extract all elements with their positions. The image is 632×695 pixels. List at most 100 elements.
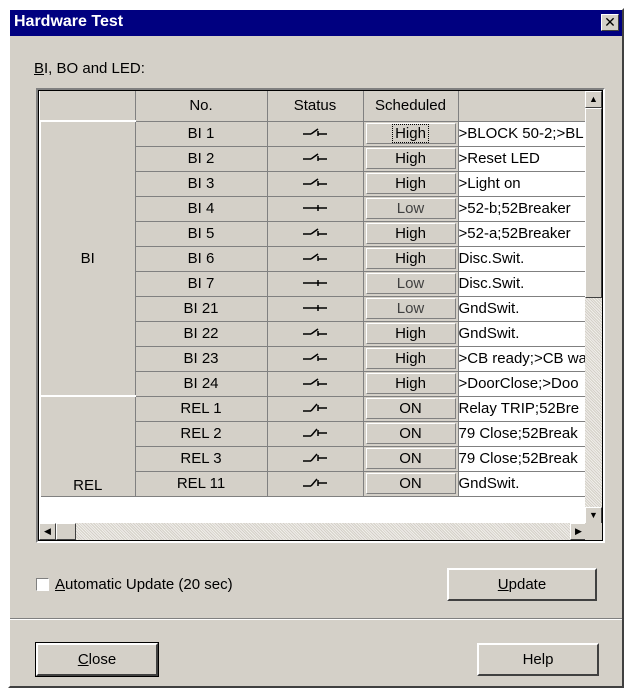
- scheduled-cell: ON: [363, 471, 459, 497]
- status-cell: [267, 196, 364, 222]
- horizontal-scroll-thumb[interactable]: [56, 523, 76, 540]
- row-number: BI 2: [135, 145, 268, 172]
- scheduled-toggle-button[interactable]: Low: [365, 273, 456, 294]
- scheduled-value: ON: [399, 450, 422, 467]
- header-status: Status: [267, 91, 364, 122]
- switch-open-icon: [301, 350, 329, 367]
- scheduled-toggle-button[interactable]: ON: [365, 448, 456, 469]
- scroll-up-icon[interactable]: ▲: [585, 91, 602, 108]
- switch-open-icon: [301, 125, 329, 142]
- scheduled-value: ON: [399, 400, 422, 417]
- auto-update-checkbox[interactable]: [36, 578, 49, 591]
- group-bi: BI: [39, 120, 136, 397]
- scroll-down-icon[interactable]: ▼: [585, 507, 602, 524]
- description-cell: Relay TRIP;52Bre: [458, 396, 589, 422]
- switch-open-icon: [301, 250, 329, 267]
- switch-open-icon: [301, 450, 329, 467]
- scheduled-value: High: [392, 124, 429, 143]
- scheduled-value: Low: [396, 275, 425, 292]
- scheduled-toggle-button[interactable]: ON: [365, 423, 456, 444]
- description-cell: >Light on: [458, 171, 589, 197]
- scheduled-toggle-button[interactable]: ON: [365, 398, 456, 419]
- description-cell: >BLOCK 50-2;>BL: [458, 121, 589, 147]
- group-label-text: I, BO and LED:: [44, 60, 145, 77]
- row-number: REL 11: [135, 470, 268, 497]
- switch-open-icon: [301, 175, 329, 192]
- scheduled-cell: High: [363, 171, 459, 197]
- description-cell: 79 Close;52Break: [458, 446, 589, 472]
- scheduled-cell: ON: [363, 446, 459, 472]
- scheduled-cell: ON: [363, 421, 459, 447]
- switch-open-icon: [301, 150, 329, 167]
- description-cell: >52-a;52Breaker: [458, 221, 589, 247]
- scheduled-cell: High: [363, 146, 459, 172]
- scheduled-cell: High: [363, 221, 459, 247]
- row-number: BI 5: [135, 220, 268, 247]
- scheduled-value: ON: [399, 475, 422, 492]
- scheduled-toggle-button[interactable]: High: [365, 373, 456, 394]
- close-icon[interactable]: ✕: [601, 14, 619, 31]
- scheduled-cell: High: [363, 321, 459, 347]
- scheduled-toggle-button[interactable]: Low: [365, 198, 456, 219]
- row-number: REL 1: [135, 395, 268, 422]
- scheduled-toggle-button[interactable]: High: [365, 148, 456, 169]
- status-cell: [267, 396, 364, 422]
- switch-open-icon: [301, 475, 329, 492]
- row-number: REL 2: [135, 420, 268, 447]
- status-cell: [267, 471, 364, 497]
- scheduled-cell: High: [363, 371, 459, 397]
- table-row: BI BI 1 High >BLOCK 50-2;>BL: [39, 120, 589, 397]
- description-cell: >Reset LED: [458, 146, 589, 172]
- description-cell: Disc.Swit.: [458, 271, 589, 297]
- table-row: REL REL 1 ON Relay TRIP;52Bre: [39, 395, 589, 497]
- scheduled-cell: High: [363, 246, 459, 272]
- scheduled-value: High: [395, 250, 426, 267]
- row-number: BI 1: [135, 120, 268, 147]
- scroll-corner: [585, 523, 602, 540]
- row-number: BI 21: [135, 295, 268, 322]
- scheduled-cell: High: [363, 346, 459, 372]
- row-number: BI 22: [135, 320, 268, 347]
- scheduled-toggle-button[interactable]: High: [365, 173, 456, 194]
- window-title: Hardware Test: [14, 13, 124, 30]
- row-number: BI 7: [135, 270, 268, 297]
- status-cell: [267, 171, 364, 197]
- scroll-left-icon[interactable]: ◀: [39, 523, 56, 540]
- title-bar[interactable]: Hardware Test ✕: [10, 10, 622, 36]
- update-button[interactable]: Update: [447, 568, 597, 601]
- help-button[interactable]: Help: [477, 643, 599, 676]
- header-no: No.: [135, 91, 268, 122]
- vertical-scroll-thumb[interactable]: [585, 108, 602, 298]
- scheduled-toggle-button[interactable]: High: [365, 123, 456, 144]
- status-cell: [267, 271, 364, 297]
- row-number: BI 4: [135, 195, 268, 222]
- status-cell: [267, 146, 364, 172]
- row-number: BI 3: [135, 170, 268, 197]
- scheduled-toggle-button[interactable]: High: [365, 223, 456, 244]
- separator: [10, 618, 622, 620]
- description-cell: >CB ready;>CB wa: [458, 346, 589, 372]
- status-cell: [267, 246, 364, 272]
- horizontal-scrollbar[interactable]: ◀ ▶: [39, 523, 587, 540]
- scheduled-toggle-button[interactable]: ON: [365, 473, 456, 494]
- status-cell: [267, 296, 364, 322]
- scheduled-toggle-button[interactable]: High: [365, 248, 456, 269]
- scheduled-toggle-button[interactable]: Low: [365, 298, 456, 319]
- status-cell: [267, 121, 364, 147]
- io-grid: No. Status Scheduled BI BI 1 High >BLOCK 50…: [36, 88, 605, 543]
- vertical-scrollbar[interactable]: ▲ ▼: [585, 91, 602, 524]
- status-cell: [267, 321, 364, 347]
- row-number: BI 23: [135, 345, 268, 372]
- scheduled-value: High: [395, 350, 426, 367]
- scheduled-value: High: [395, 325, 426, 342]
- close-button[interactable]: Close: [35, 642, 159, 677]
- switch-open-icon: [301, 325, 329, 342]
- group-rel: REL: [39, 395, 136, 497]
- scheduled-toggle-button[interactable]: High: [365, 348, 456, 369]
- scheduled-toggle-button[interactable]: High: [365, 323, 456, 344]
- auto-update-option[interactable]: Automatic Update (20 sec): [36, 576, 233, 593]
- group-label: BI, BO and LED:: [34, 60, 145, 77]
- description-cell: >DoorClose;>Doo: [458, 371, 589, 397]
- switch-closed-icon: [301, 300, 329, 317]
- scheduled-cell: Low: [363, 296, 459, 322]
